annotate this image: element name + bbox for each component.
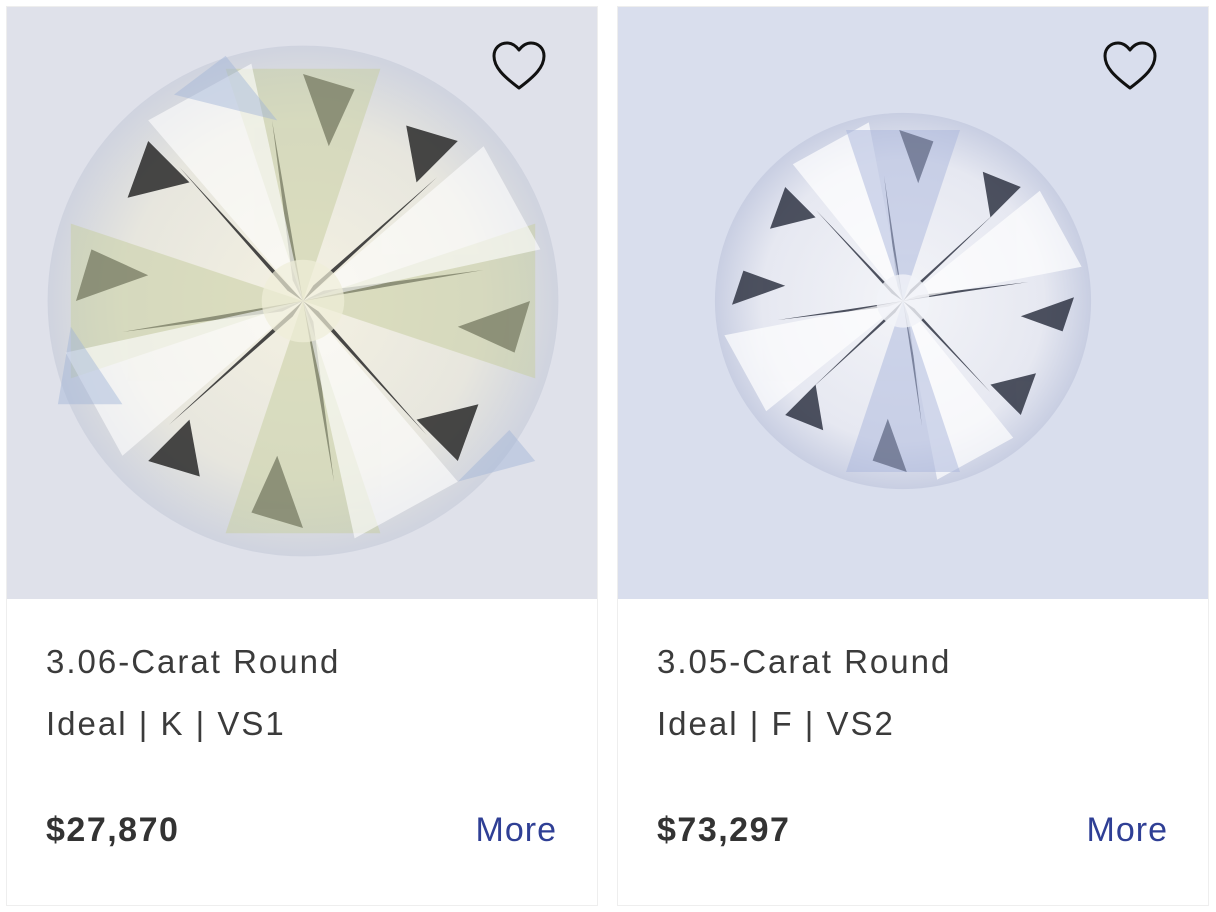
product-info: 3.06-Carat Round Ideal | K | VS1 $27,870… <box>7 599 597 905</box>
product-info: 3.05-Carat Round Ideal | F | VS2 $73,297… <box>618 599 1208 905</box>
product-grid: 3.06-Carat Round Ideal | K | VS1 $27,870… <box>0 0 1216 912</box>
product-price: $73,297 <box>657 811 791 849</box>
more-link[interactable]: More <box>1087 811 1168 850</box>
more-link[interactable]: More <box>476 811 557 850</box>
favorite-button[interactable] <box>491 41 547 93</box>
diamond-image <box>45 43 561 559</box>
product-specs: Ideal | F | VS2 <box>657 705 895 742</box>
product-price: $27,870 <box>46 811 180 849</box>
product-card[interactable]: 3.05-Carat Round Ideal | F | VS2 $73,297… <box>617 6 1209 906</box>
product-image[interactable] <box>618 7 1208 599</box>
product-title: 3.05-Carat Round <box>657 643 952 680</box>
product-card[interactable]: 3.06-Carat Round Ideal | K | VS1 $27,870… <box>6 6 598 906</box>
favorite-button[interactable] <box>1102 41 1158 93</box>
heart-outline-icon <box>492 41 546 90</box>
product-specs: Ideal | K | VS1 <box>46 705 286 742</box>
product-title: 3.06-Carat Round <box>46 643 341 680</box>
product-image[interactable] <box>7 7 597 599</box>
diamond-image <box>713 111 1093 491</box>
heart-outline-icon <box>1103 41 1157 90</box>
